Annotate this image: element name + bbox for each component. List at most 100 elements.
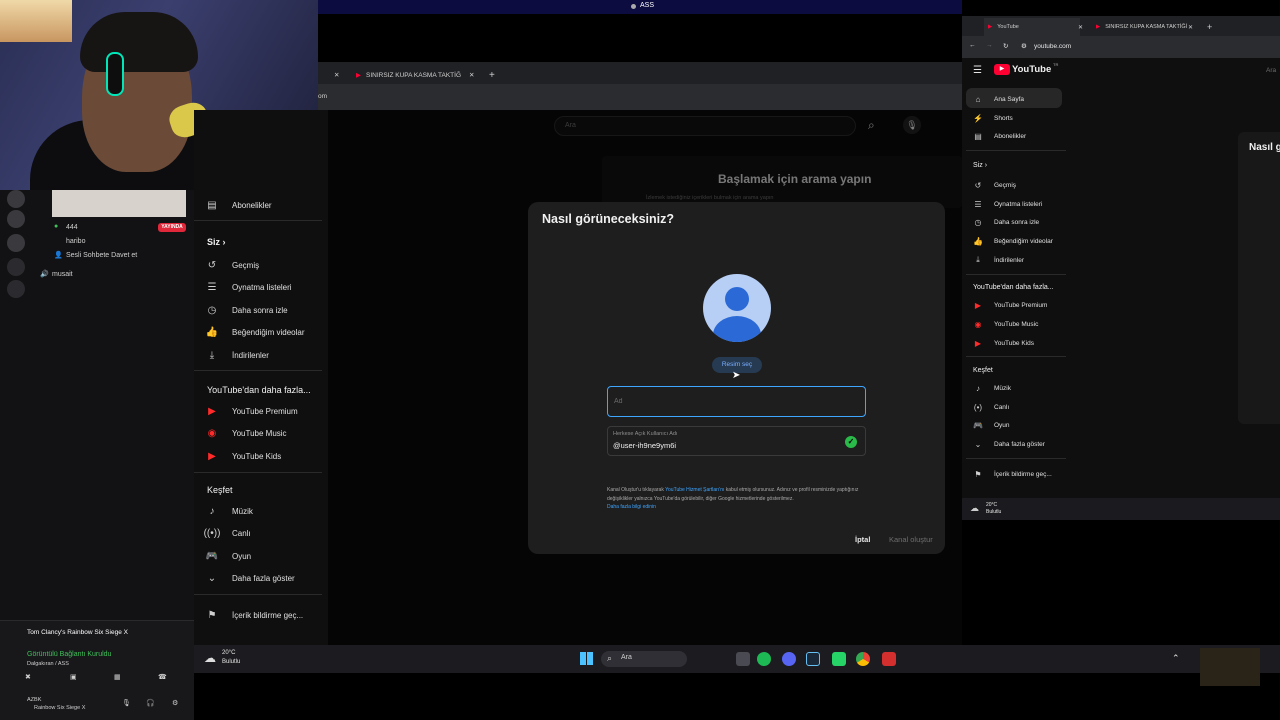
sidebar-item-kids[interactable]: ▶ YouTube Kids: [206, 450, 281, 462]
whatsapp-icon[interactable]: [832, 652, 846, 666]
server-icon[interactable]: [7, 210, 25, 228]
sidebar-label: Abonelikler: [994, 132, 1027, 140]
cancel-button[interactable]: İptal: [855, 535, 870, 544]
viewer-count: 444: [66, 224, 78, 231]
search-stub[interactable]: Ara: [1266, 67, 1276, 74]
sidebar-item-gaming[interactable]: 🎮 Oyun: [973, 420, 1010, 430]
sidebar-item-watch-later[interactable]: ◷ Daha sonra izle: [973, 217, 1040, 227]
disconnect-icon[interactable]: ☎: [158, 673, 167, 681]
sidebar-item-kids[interactable]: ▶ YouTube Kids: [973, 338, 1034, 348]
thumbs-up-icon: 👍: [205, 326, 219, 338]
tab-close-icon[interactable]: ✕: [1078, 18, 1083, 36]
site-info-icon[interactable]: ⚙: [1021, 42, 1027, 50]
task-view-icon[interactable]: [736, 652, 750, 666]
sidebar-item-subscriptions[interactable]: ▤ Abonelikler: [206, 199, 271, 211]
you-section-header[interactable]: Siz ›: [973, 162, 987, 169]
activities-icon[interactable]: ▦: [114, 673, 121, 681]
sidebar-item-show-more[interactable]: ⌄ Daha fazla göster: [206, 572, 295, 584]
learn-more-link[interactable]: Daha fazla bilgi edinin: [607, 504, 656, 510]
discord-user-bar: Tom Clancy's Rainbow Six Siege X Görüntü…: [0, 620, 194, 720]
forward-icon[interactable]: →: [986, 42, 993, 49]
tab-close-icon[interactable]: ✕: [469, 66, 474, 84]
headphones-icon[interactable]: 🎧: [146, 699, 155, 707]
download-icon: ⤓: [209, 349, 215, 361]
history-icon: ↺: [974, 180, 982, 190]
sidebar-item-playlists[interactable]: ☰ Oynatma listeleri: [973, 199, 1042, 209]
right-browser-urlbar[interactable]: ← → ↻ ⚙ youtube.com: [962, 36, 1280, 58]
sidebar-item-subscriptions[interactable]: ▤ Abonelikler: [973, 131, 1026, 141]
back-icon[interactable]: ←: [969, 42, 976, 49]
sidebar-item-music-explore[interactable]: ♪ Müzik: [206, 505, 253, 517]
menu-icon[interactable]: ☰: [973, 65, 982, 76]
sidebar-item-playlists[interactable]: ☰ Oynatma listeleri: [206, 281, 292, 293]
sidebar-item-live[interactable]: ((•)) Canlı: [204, 527, 251, 539]
history-icon: ↺: [207, 259, 217, 271]
main-browser-urlbar[interactable]: om: [318, 84, 962, 110]
sidebar-item-premium[interactable]: ▶ YouTube Premium: [973, 300, 1047, 310]
sidebar-item-premium[interactable]: ▶ YouTube Premium: [206, 405, 298, 417]
terms-link[interactable]: YouTube Hizmet Şartları'nı: [665, 487, 724, 493]
sidebar-item-music[interactable]: ◉ YouTube Music: [206, 427, 287, 439]
add-server-icon[interactable]: [7, 258, 25, 276]
sidebar-item-liked[interactable]: 👍 Beğendiğim videolar: [206, 326, 305, 338]
create-channel-button[interactable]: Kanal oluştur: [889, 535, 933, 544]
sidebar-item-liked[interactable]: 👍 Beğendiğim videolar: [973, 236, 1053, 246]
discord-icon[interactable]: [782, 652, 796, 666]
sidebar-item-music[interactable]: ◉ YouTube Music: [973, 319, 1039, 329]
windows-icon[interactable]: [580, 652, 593, 665]
server-icon[interactable]: [7, 234, 25, 252]
divider: [966, 458, 1066, 459]
settings-gear-icon[interactable]: ⚙: [172, 699, 178, 707]
sidebar-item-downloads[interactable]: ⤓ İndirilenler: [973, 255, 1024, 265]
sidebar-item-downloads[interactable]: ⤓ İndirilenler: [206, 349, 269, 361]
handle-field[interactable]: Herkese Açık Kullanıcı Adı @user-ih9ne9y…: [607, 426, 866, 456]
new-tab-button[interactable]: +: [489, 66, 495, 84]
tab-youtube[interactable]: ▶ YouTube: [984, 18, 1080, 36]
sidebar-label: Daha fazla göster: [994, 440, 1045, 448]
steam-icon[interactable]: [806, 652, 820, 666]
sidebar-item-live[interactable]: (•) Canlı: [973, 402, 1009, 412]
red-app-icon[interactable]: [882, 652, 896, 666]
gamepad-icon: 🎮: [973, 420, 983, 430]
spotify-icon[interactable]: [757, 652, 771, 666]
server-icon[interactable]: [7, 190, 25, 208]
camera-toggle-icon[interactable]: ✖: [25, 673, 31, 681]
you-section-header[interactable]: Siz ›: [207, 237, 226, 247]
invite-voice-link[interactable]: Sesli Sohbete Davet et: [66, 252, 137, 259]
name-input[interactable]: [607, 386, 866, 417]
tab-close-icon[interactable]: ✕: [1188, 18, 1193, 36]
playlists-icon: ☰: [207, 281, 217, 293]
voice-channel[interactable]: musait: [52, 271, 73, 278]
chrome-icon[interactable]: [856, 652, 870, 666]
sidebar-item-history[interactable]: ↺ Geçmiş: [973, 180, 1016, 190]
sidebar-item-watch-later[interactable]: ◷ Daha sonra izle: [206, 304, 288, 316]
sidebar-item-music-explore[interactable]: ♪ Müzik: [973, 383, 1011, 393]
sidebar-item-history[interactable]: ↺ Geçmiş: [206, 259, 259, 271]
sidebar-label: Geçmiş: [232, 260, 260, 270]
sidebar-item-report[interactable]: ⚑ İçerik bildirme geç...: [206, 609, 304, 621]
stream-thumbnail[interactable]: [52, 190, 186, 217]
taskbar-search[interactable]: ⌕ Ara: [601, 651, 687, 667]
sidebar-item-shorts[interactable]: ⚡ Shorts: [973, 113, 1013, 123]
explore-section-header: Keşfet: [973, 367, 993, 374]
youtube-logo-icon[interactable]: ▶: [994, 64, 1010, 75]
sidebar-item-gaming[interactable]: 🎮 Oyun: [206, 550, 251, 562]
screen-share-icon[interactable]: ▣: [70, 673, 77, 681]
tab-close-icon[interactable]: ✕: [334, 66, 339, 84]
channel-user[interactable]: haribo: [66, 238, 85, 245]
subscriptions-icon: ▤: [974, 131, 982, 141]
sidebar-item-home[interactable]: ⌂ Ana Sayfa: [973, 94, 1024, 104]
sidebar-item-report[interactable]: ⚑ İçerik bildirme geç...: [973, 469, 1051, 479]
sidebar-item-show-more[interactable]: ⌄ Daha fazla göster: [973, 439, 1045, 449]
reload-icon[interactable]: ↻: [1003, 42, 1008, 50]
right-youtube-page: ☰ ▶ YouTube TR Ara ⌂ Ana Sayfa ⚡ Shorts ▤ A…: [962, 58, 1280, 513]
viewer-icon: ●: [54, 223, 59, 230]
chevron-up-icon[interactable]: ⌃: [1172, 653, 1180, 664]
tab-video[interactable]: ▶ SINIRSIZ KUPA KASMA TAKTİĞ: [356, 66, 461, 84]
new-tab-button[interactable]: +: [1207, 18, 1212, 36]
mic-icon[interactable]: 🎙: [122, 699, 131, 707]
clock-icon: ◷: [974, 217, 982, 227]
live-badge: YAYINDA: [158, 223, 186, 232]
explore-icon[interactable]: [7, 280, 25, 298]
tab-video-right[interactable]: ▶ SINIRSIZ KUPA KASMA TAKTİĞİ: [1096, 18, 1187, 36]
